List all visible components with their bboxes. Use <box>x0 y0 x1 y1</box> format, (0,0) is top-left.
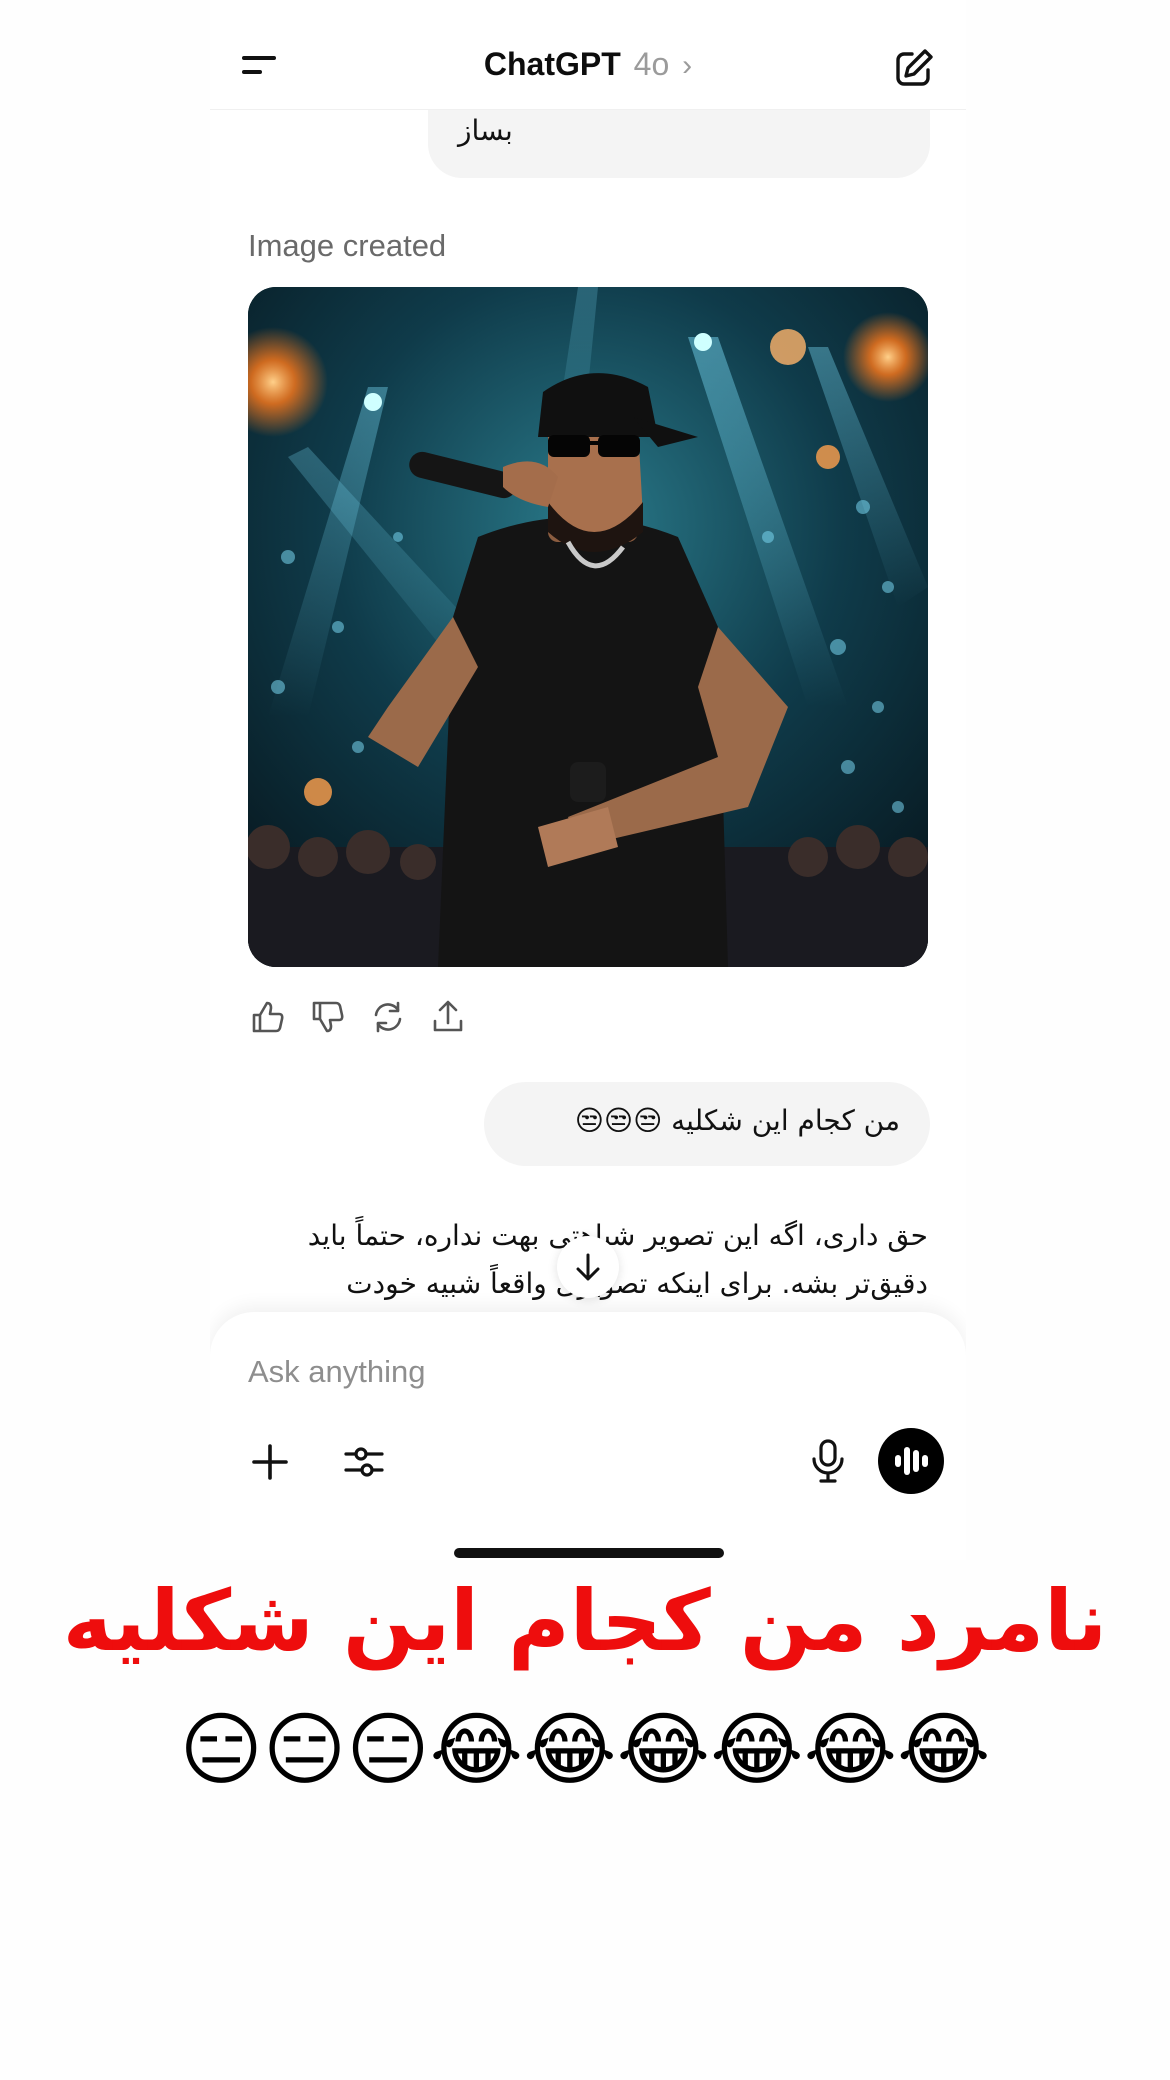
scroll-down-button[interactable] <box>557 1236 619 1298</box>
arrow-down-icon <box>576 1253 600 1281</box>
chevron-right-icon: › <box>682 49 693 82</box>
voice-mode-icon[interactable] <box>878 1428 944 1494</box>
thumbs-down-icon[interactable] <box>308 997 348 1037</box>
message-text: من کجام این شکلیه 😒😒😒 <box>574 1104 900 1137</box>
new-chat-icon[interactable] <box>892 46 936 90</box>
sliders-icon[interactable] <box>342 1440 386 1484</box>
model-name: 4o <box>633 46 670 82</box>
message-text: بساز <box>458 114 513 147</box>
home-indicator <box>454 1548 724 1558</box>
plus-icon[interactable] <box>248 1440 292 1484</box>
emoji-row: 😑😑😑😂😂😂😂😂😂 <box>179 1703 991 1796</box>
generated-image[interactable] <box>248 287 928 967</box>
top-bar: ChatGPT 4o › <box>210 0 966 110</box>
ask-input[interactable] <box>248 1350 848 1394</box>
user-message: من کجام این شکلیه 😒😒😒 <box>484 1082 930 1166</box>
composer <box>210 1312 966 1560</box>
regenerate-icon[interactable] <box>368 997 408 1037</box>
mic-icon[interactable] <box>806 1438 850 1484</box>
thumbs-up-icon[interactable] <box>248 997 288 1037</box>
chat-screen: ChatGPT 4o › بساز Image created من کجام … <box>210 0 966 1560</box>
model-selector[interactable]: ChatGPT 4o › <box>210 46 966 83</box>
share-icon[interactable] <box>428 997 468 1037</box>
image-created-label: Image created <box>248 228 447 263</box>
app-name: ChatGPT <box>483 46 621 82</box>
meme-caption: نامرد من کجام این شکلیه <box>62 1572 1108 1670</box>
